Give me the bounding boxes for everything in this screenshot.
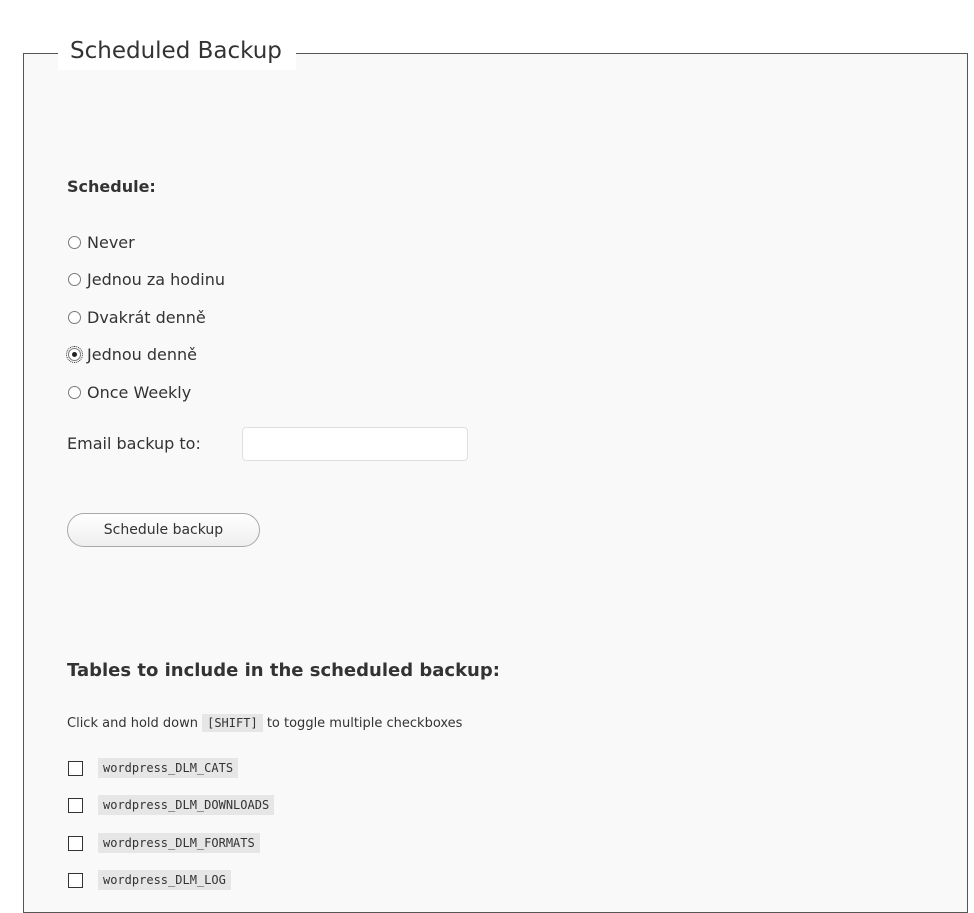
shift-key: [SHIFT]	[202, 714, 263, 732]
table-row[interactable]: wordpress_DLM_CATS	[68, 757, 239, 779]
radio-label: Jednou denně	[87, 344, 197, 364]
table-checkbox[interactable]	[68, 797, 83, 813]
radio-daily[interactable]	[66, 345, 83, 363]
hint-text-after: to toggle multiple checkboxes	[266, 716, 463, 731]
table-row[interactable]: wordpress_DLM_DOWNLOADS	[68, 794, 275, 816]
email-label: Email backup to:	[67, 434, 201, 453]
table-row[interactable]: wordpress_DLM_FORMATS	[68, 832, 260, 854]
schedule-heading: Schedule:	[67, 177, 156, 196]
hint-text-before: Click and hold down	[67, 716, 198, 731]
radio-weekly[interactable]	[68, 385, 81, 399]
radio-twice-daily[interactable]	[68, 310, 81, 324]
schedule-option-weekly[interactable]: Once Weekly	[68, 381, 191, 403]
radio-label: Once Weekly	[87, 382, 192, 402]
table-checkbox[interactable]	[68, 872, 83, 888]
fieldset-border-left	[23, 53, 59, 54]
radio-label: Never	[87, 232, 135, 252]
table-name: wordpress_DLM_CATS	[98, 758, 239, 778]
tables-heading: Tables to include in the scheduled backu…	[67, 660, 500, 681]
email-input[interactable]	[242, 427, 468, 461]
table-checkbox[interactable]	[68, 835, 83, 851]
schedule-option-hourly[interactable]: Jednou za hodinu	[68, 268, 225, 290]
table-checkbox[interactable]	[68, 760, 83, 776]
radio-never[interactable]	[68, 235, 81, 249]
radio-label: Jednou za hodinu	[87, 269, 225, 289]
schedule-backup-button[interactable]: Schedule backup	[67, 513, 260, 547]
fieldset-legend: Scheduled Backup	[58, 36, 296, 70]
radio-hourly[interactable]	[68, 272, 81, 286]
table-name: wordpress_DLM_FORMATS	[98, 833, 260, 853]
schedule-option-daily[interactable]: Jednou denně	[66, 343, 197, 365]
table-row[interactable]: wordpress_DLM_LOG	[68, 869, 231, 891]
schedule-option-never[interactable]: Never	[68, 231, 135, 253]
table-name: wordpress_DLM_DOWNLOADS	[98, 795, 275, 815]
table-name: wordpress_DLM_LOG	[98, 870, 231, 890]
fieldset-border-right	[355, 53, 968, 54]
schedule-option-twice-daily[interactable]: Dvakrát denně	[68, 306, 206, 328]
radio-label: Dvakrát denně	[87, 307, 206, 327]
shift-hint: Click and hold down [SHIFT] to toggle mu…	[67, 714, 463, 732]
scheduled-backup-fieldset	[23, 53, 968, 913]
